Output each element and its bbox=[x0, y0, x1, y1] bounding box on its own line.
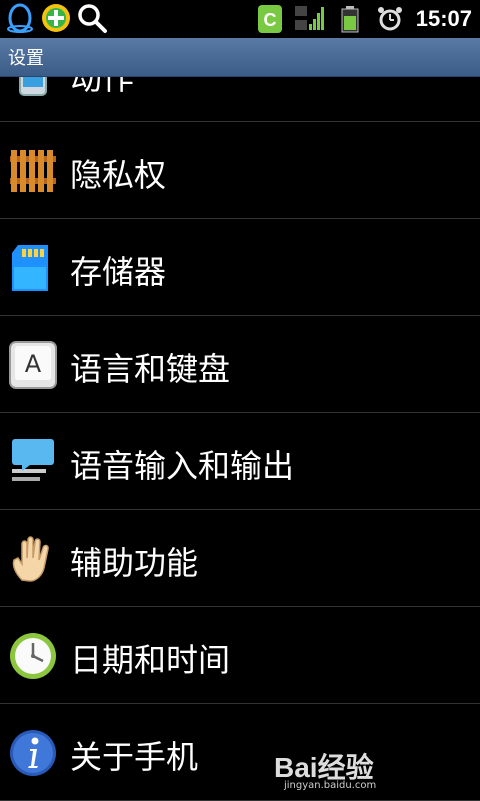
settings-item-label: 存储器 bbox=[70, 253, 167, 291]
settings-list[interactable]: 动作 隐私权 存储器 A 语言和键盘 语音输入和输出 辅助功能 日期和时间 关于… bbox=[0, 25, 480, 801]
title-bar: 设置 bbox=[0, 38, 480, 77]
settings-item-date-time[interactable]: 日期和时间 bbox=[0, 607, 480, 704]
settings-item-label: 关于手机 bbox=[70, 738, 199, 776]
settings-item-voice-io[interactable]: 语音输入和输出 bbox=[0, 413, 480, 510]
page-title: 设置 bbox=[8, 48, 44, 69]
settings-item-label: 日期和时间 bbox=[70, 641, 231, 679]
clock-icon bbox=[8, 631, 58, 681]
settings-item-privacy[interactable]: 隐私权 bbox=[0, 122, 480, 219]
fence-icon bbox=[8, 146, 58, 196]
sd-card-icon bbox=[8, 243, 58, 293]
settings-item-storage[interactable]: 存储器 bbox=[0, 219, 480, 316]
settings-item-label: 语音输入和输出 bbox=[70, 447, 295, 485]
settings-item-label: 隐私权 bbox=[70, 156, 167, 194]
settings-item-accessibility[interactable]: 辅助功能 bbox=[0, 510, 480, 607]
svg-text:A: A bbox=[25, 350, 42, 378]
hand-icon bbox=[8, 534, 58, 584]
monitor-speech-icon bbox=[8, 437, 58, 487]
keyboard-key-icon: A bbox=[8, 340, 58, 390]
settings-item-language-keyboard[interactable]: A 语言和键盘 bbox=[0, 316, 480, 413]
settings-item-label: 语言和键盘 bbox=[70, 350, 231, 388]
baidu-watermark: Bai经验 jingyan.baidu.com bbox=[274, 746, 474, 796]
settings-item-label: 辅助功能 bbox=[70, 544, 199, 582]
info-icon bbox=[8, 728, 58, 778]
watermark-url: jingyan.baidu.com bbox=[284, 780, 377, 791]
